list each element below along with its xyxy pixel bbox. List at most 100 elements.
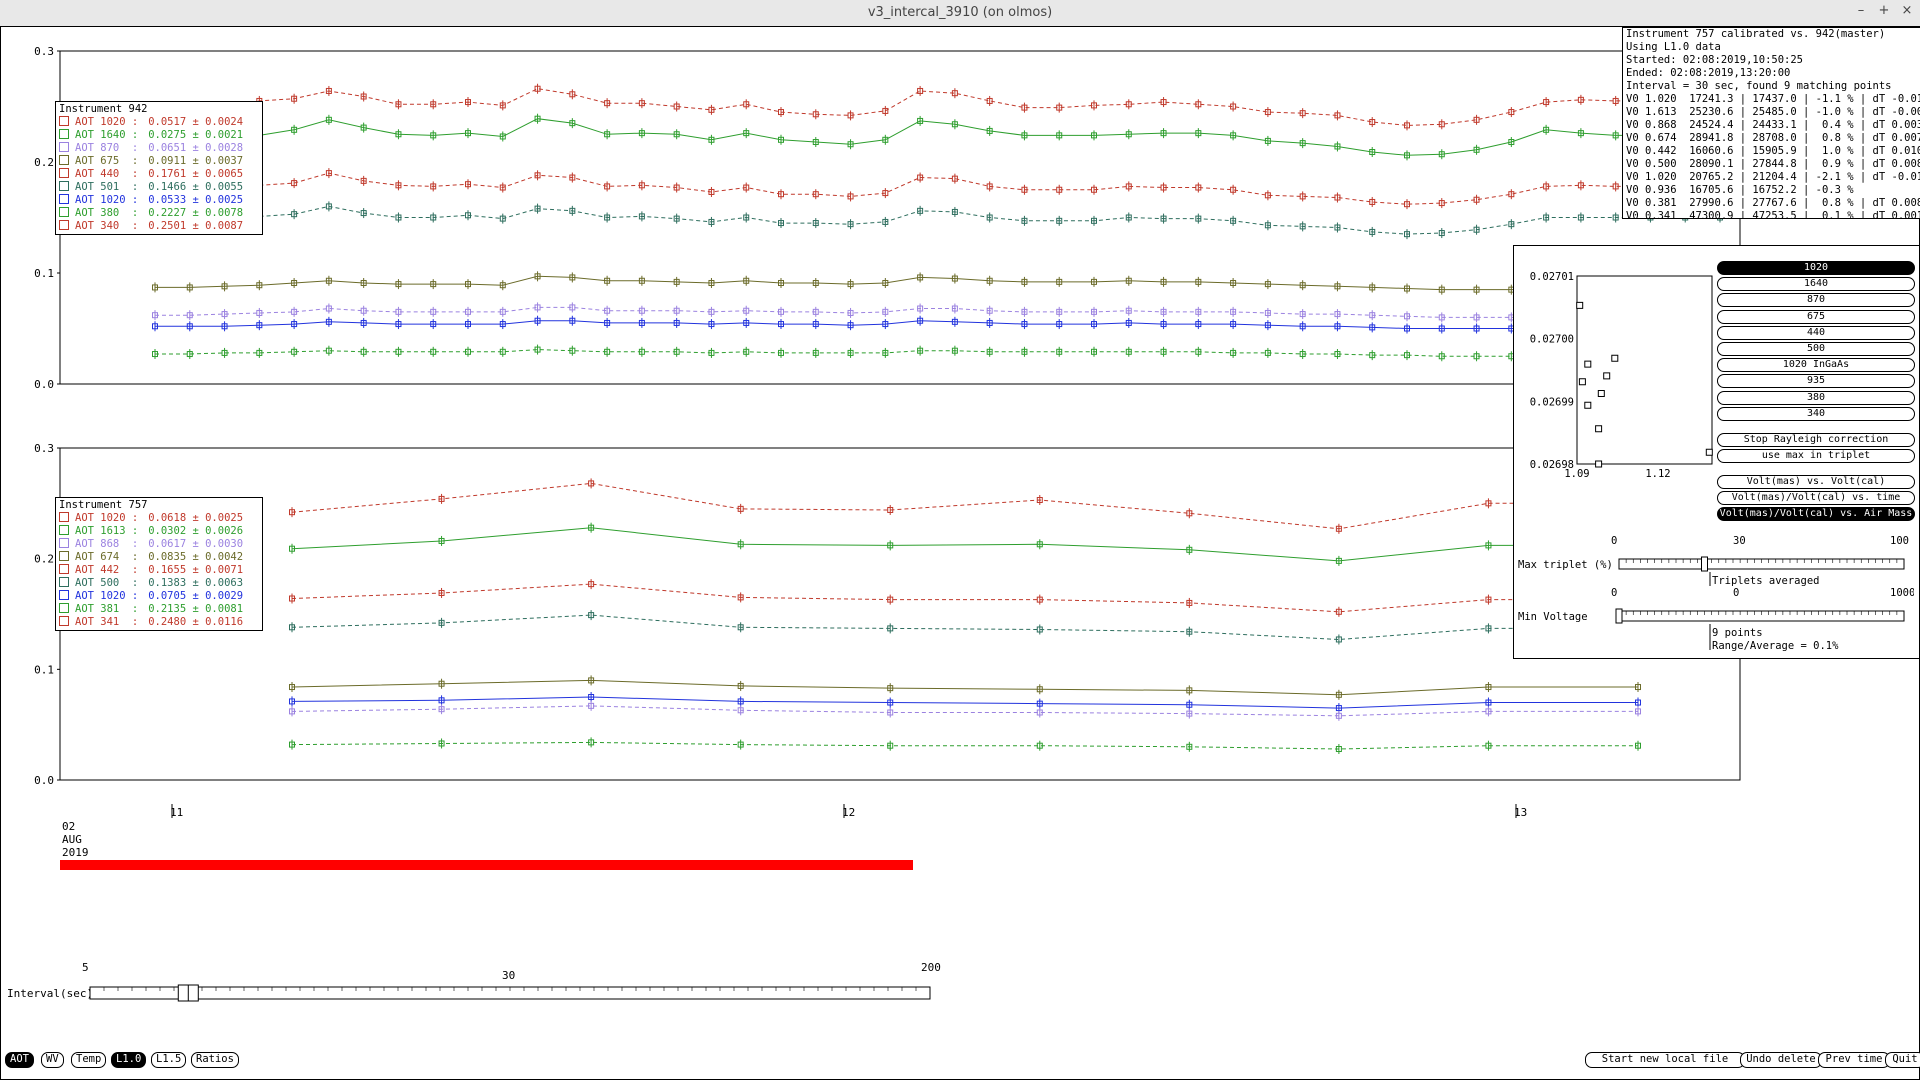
scatter-point[interactable] — [1611, 354, 1619, 362]
toolbar-button-undo-delete[interactable]: Undo delete — [1740, 1052, 1822, 1068]
button-1640[interactable]: 1640 — [1717, 277, 1915, 292]
y-tick-label: 0.0 — [34, 378, 54, 391]
scatter-point[interactable] — [1597, 390, 1605, 397]
toolbar-button-l1-5[interactable]: L1.5 — [151, 1052, 187, 1068]
scatter-point[interactable] — [1578, 378, 1586, 386]
series-line — [155, 205, 1720, 235]
legend-symbol-icon — [59, 220, 69, 230]
y-tick-label: 0.1 — [34, 663, 54, 676]
minimize-button[interactable]: – — [1852, 3, 1870, 21]
series-line — [291, 696, 1638, 709]
button-440[interactable]: 440 — [1717, 325, 1915, 340]
range-caption: Range/Average = 0.1% — [1712, 640, 1839, 652]
scatter-point[interactable] — [1584, 360, 1592, 368]
info-line: Ended: 02:08:2019,13:20:00 — [1626, 67, 1791, 79]
legend-symbol-icon — [59, 590, 69, 600]
button-stop-rayleigh-correction[interactable]: Stop Rayleigh correction — [1717, 432, 1915, 447]
legend-row: AOT 340 : 0.2501 ± 0.0087 — [59, 220, 259, 233]
legend-symbol-icon — [59, 577, 69, 587]
legend-row: AOT 1020 : 0.0533 ± 0.0025 — [59, 194, 259, 207]
toolbar-button-wv[interactable]: WV — [41, 1052, 64, 1068]
slider-handle[interactable] — [1615, 608, 1623, 624]
series-line — [291, 614, 1638, 641]
toolbar-button-temp[interactable]: Temp — [71, 1052, 107, 1068]
max-triplet-slider[interactable]: Max triplet (%) 0 30 100 — [1518, 536, 1909, 572]
interval-label: Interval(sec) — [7, 987, 93, 1000]
series-aot-1020 — [152, 315, 1723, 334]
legend-symbol-icon — [59, 538, 69, 548]
legend-label: AOT 1640 : — [75, 129, 139, 141]
legend-row: AOT 442 : 0.1655 ± 0.0071 — [59, 564, 259, 577]
legend-value: 0.0651 ± 0.0028 — [148, 142, 244, 154]
series-line — [155, 306, 1720, 318]
toolbar-button-ratios[interactable]: Ratios — [191, 1052, 239, 1068]
button-380[interactable]: 380 — [1717, 390, 1915, 405]
toolbar-button-l1-0[interactable]: L1.0 — [111, 1052, 147, 1068]
info-line: V0 0.381 27990.6 | 27767.6 | 0.8 % | dT … — [1626, 197, 1920, 209]
button-340[interactable]: 340 — [1717, 406, 1915, 421]
series-line — [291, 583, 1638, 613]
scatter-y-tick: 0.02699 — [1530, 396, 1574, 408]
scatter-point[interactable] — [1584, 401, 1592, 409]
legend-value: 0.0705 ± 0.0029 — [148, 590, 244, 602]
scatter-point[interactable] — [1705, 448, 1713, 456]
toolbar-button-start-new-local-file[interactable]: Start new local file — [1585, 1052, 1745, 1068]
legend-label: AOT 870 : — [75, 142, 139, 154]
legend-row: AOT 380 : 0.2227 ± 0.0078 — [59, 207, 259, 220]
info-line: Instrument 757 calibrated vs. 942(master… — [1626, 28, 1886, 40]
legend-row: AOT 1020 : 0.0517 ± 0.0024 — [59, 116, 259, 129]
scatter-point[interactable] — [1595, 460, 1603, 468]
series-aot-440 — [152, 168, 1723, 210]
legend-label: AOT 675 : — [75, 155, 139, 167]
scatter-point[interactable] — [1595, 425, 1603, 433]
y-tick-label: 0.2 — [34, 156, 54, 169]
toolbar-button-prev-time[interactable]: Prev time — [1818, 1052, 1890, 1068]
slider-handle[interactable] — [1701, 556, 1708, 572]
legend-symbol-icon — [59, 207, 69, 217]
legend-symbol-icon — [59, 142, 69, 152]
button-1020[interactable]: 1020 — [1717, 261, 1915, 275]
button-use-max-in-triplet[interactable]: use max in triplet — [1717, 448, 1915, 463]
interval-slider[interactable]: Interval(sec) 5 30 200 — [0, 955, 960, 1005]
info-line: Using L1.0 data — [1626, 41, 1721, 53]
legend-row: AOT 674 : 0.0835 ± 0.0042 — [59, 551, 259, 564]
button-volt-mas-vs-volt-cal-[interactable]: Volt(mas) vs. Volt(cal) — [1717, 474, 1915, 489]
legend-row: AOT 1613 : 0.0302 ± 0.0026 — [59, 525, 259, 538]
progress-bar — [60, 860, 913, 870]
legend-symbol-icon — [59, 168, 69, 178]
scatter-point[interactable] — [1576, 301, 1584, 309]
series-line — [291, 527, 1638, 562]
toolbar-button-aot[interactable]: AOT — [5, 1052, 34, 1068]
button-1020-ingaas[interactable]: 1020 InGaAs — [1717, 358, 1915, 373]
triplets-caption: Triplets averaged — [1712, 575, 1819, 587]
legend-label: AOT 381 : — [75, 603, 139, 615]
close-button[interactable]: × — [1898, 3, 1916, 21]
info-line: V0 0.868 24524.4 | 24433.1 | 0.4 % | dT … — [1626, 119, 1920, 131]
legend-value: 0.2480 ± 0.0116 — [148, 616, 244, 628]
legend-row: AOT 341 : 0.2480 ± 0.0116 — [59, 616, 259, 629]
date-label: 02 AUG 2019 — [62, 820, 89, 859]
legend-value: 0.0835 ± 0.0042 — [148, 551, 244, 563]
button-675[interactable]: 675 — [1717, 309, 1915, 324]
button-870[interactable]: 870 — [1717, 293, 1915, 308]
wavelength-button-list: 1020 1640 870 675 440 500 1020 InGaAs 935 380 340… — [1717, 261, 1915, 523]
legend-value: 0.1655 ± 0.0071 — [148, 564, 244, 576]
legend-symbol-icon — [59, 194, 69, 204]
legend-symbol-icon — [59, 603, 69, 613]
info-line: V0 1.613 25230.6 | 25485.0 | -1.0 % | dT… — [1626, 106, 1920, 118]
slider-label: Max triplet (%) — [1518, 559, 1613, 571]
calibration-side-panel: 0.02701 0.02700 0.02699 0.02698 1.09 1.12 102… — [1513, 245, 1920, 659]
scatter-point[interactable] — [1603, 372, 1611, 380]
series-line — [291, 679, 1638, 696]
legend-label: AOT 1020 : — [75, 116, 139, 128]
button-500[interactable]: 500 — [1717, 341, 1915, 356]
min-voltage-slider[interactable]: Min Voltage 0 0 1000 — [1518, 587, 1914, 624]
maximize-button[interactable]: + — [1875, 3, 1893, 21]
button-volt-mas-volt-cal-vs-air-mass[interactable]: Volt(mas)/Volt(cal) vs. Air Mass — [1717, 507, 1915, 522]
legend-value: 0.2501 ± 0.0087 — [148, 220, 244, 232]
toolbar-button-quit[interactable]: Quit — [1885, 1052, 1920, 1068]
button-935[interactable]: 935 — [1717, 374, 1915, 389]
button-volt-mas-volt-cal-vs-time[interactable]: Volt(mas)/Volt(cal) vs. time — [1717, 491, 1915, 506]
time-axis-ticks — [171, 804, 1517, 818]
series-aot-675 — [152, 271, 1723, 295]
